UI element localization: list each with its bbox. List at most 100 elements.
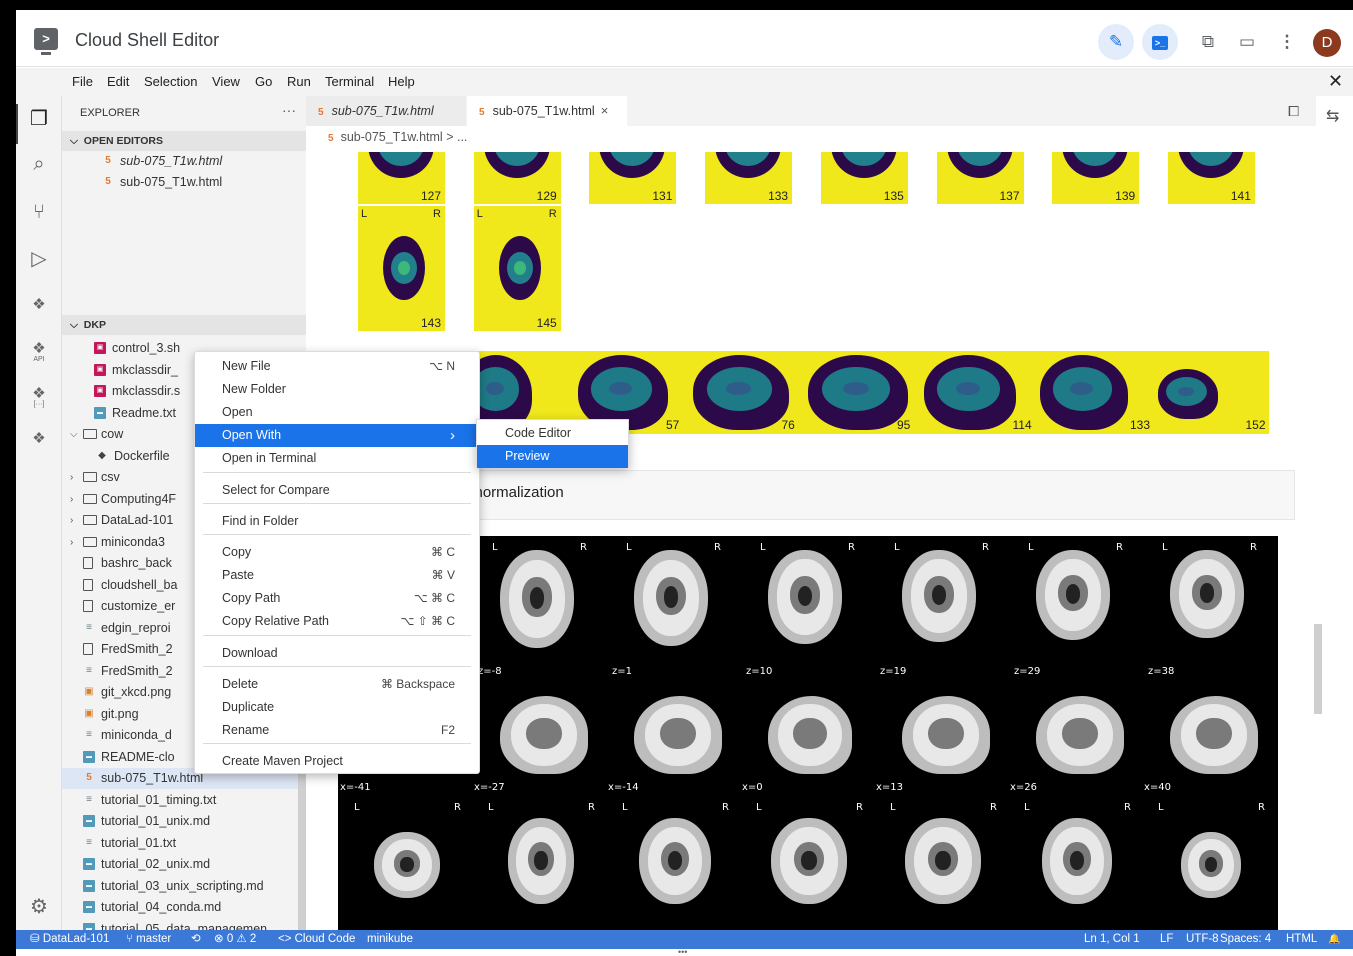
breadcrumb-file[interactable]: sub-075_T1w.html	[341, 130, 443, 144]
menu-help[interactable]: Help	[388, 74, 415, 89]
tree-file[interactable]: ▬ tutorial_05_data_managemen...	[62, 919, 306, 930]
slice-coordinate-label: z=10	[746, 666, 773, 677]
chevron-right-icon[interactable]: ›	[70, 532, 82, 553]
tab-sub-075-active[interactable]: 5 sub-075_T1w.html ×	[467, 96, 627, 126]
search-icon[interactable]: ⌕	[26, 151, 52, 177]
html-file-icon: 5	[479, 107, 485, 118]
tree-file[interactable]: ▬ tutorial_02_unix.md	[62, 854, 306, 875]
status-eol[interactable]: LF	[1160, 930, 1173, 949]
open-editors-header[interactable]: ⌵ OPEN EDITORS	[62, 131, 306, 151]
cloud-code-icon[interactable]: ❖	[26, 292, 52, 318]
cloud-code-compute-icon[interactable]: ❖	[26, 426, 52, 452]
close-tab-icon[interactable]: ×	[601, 103, 609, 118]
split-editor-icon[interactable]: ⧠	[1288, 103, 1299, 120]
breadcrumb: 5 sub-075_T1w.html > ...	[328, 130, 468, 144]
workspace-header[interactable]: ⌵ DKP	[62, 315, 306, 335]
context-menu-duplicate[interactable]: Duplicate	[195, 696, 479, 719]
context-menu-delete[interactable]: Delete ⌘ Backspace	[195, 673, 479, 696]
context-menu-copy-path[interactable]: Copy Path ⌥ ⌘ C	[195, 587, 479, 610]
folder-icon	[83, 515, 97, 525]
menu-selection[interactable]: Selection	[144, 74, 197, 89]
chevron-right-icon[interactable]: ›	[70, 510, 82, 531]
tree-file[interactable]: ▬ tutorial_01_unix.md	[62, 811, 306, 832]
status-position[interactable]: Ln 1, Col 1	[1084, 930, 1140, 949]
slice-coordinate-label: x=40	[1144, 782, 1172, 793]
slice-coordinate-label: x=-27	[474, 782, 505, 793]
close-editor-icon[interactable]: ✕	[1328, 71, 1343, 92]
context-menu-rename[interactable]: Rename F2	[195, 719, 479, 742]
status-encoding[interactable]: UTF-8	[1186, 930, 1219, 949]
user-avatar[interactable]: D	[1313, 29, 1341, 57]
context-menu-new-folder[interactable]: New Folder	[195, 378, 479, 401]
context-menu-copy[interactable]: Copy ⌘ C	[195, 541, 479, 564]
chevron-right-icon[interactable]: ›	[70, 489, 82, 510]
context-menu-copy-relative-path[interactable]: Copy Relative Path ⌥ ⇧ ⌘ C	[195, 610, 479, 633]
tree-file[interactable]: ▬ tutorial_03_unix_scripting.md	[62, 876, 306, 897]
context-menu-download[interactable]: Download	[195, 642, 479, 665]
right-marker: R	[1250, 542, 1257, 553]
open-editor-item[interactable]: 5 sub-075_T1w.html	[62, 172, 306, 193]
context-menu-new-file[interactable]: New File ⌥ N	[195, 355, 479, 378]
submenu-preview[interactable]: Preview	[477, 445, 628, 468]
menu-go[interactable]: Go	[255, 74, 272, 89]
context-menu-select-for-compare[interactable]: Select for Compare	[195, 479, 479, 502]
context-menu-find-in-folder[interactable]: Find in Folder	[195, 510, 479, 533]
tree-file[interactable]: ≡ tutorial_01_timing.txt	[62, 790, 306, 811]
slice-number: 137	[999, 189, 1020, 203]
menu-view[interactable]: View	[212, 74, 240, 89]
axial-slice-tile: 129	[473, 152, 561, 204]
file-icon	[83, 557, 93, 569]
context-menu-open-with[interactable]: Open With ›	[195, 424, 479, 447]
slice-number: 95	[897, 418, 911, 432]
submenu-code-editor[interactable]: Code Editor	[477, 422, 628, 445]
status-branch[interactable]: ⑂ master	[126, 930, 171, 949]
tree-file[interactable]: ▬ tutorial_04_conda.md	[62, 897, 306, 918]
cloud-code-secrets-icon[interactable]: ❖ [···]	[26, 381, 52, 408]
status-problems[interactable]: ⊗ 0 ⚠ 2	[214, 930, 256, 949]
status-cluster[interactable]: minikube	[367, 930, 413, 949]
status-indent[interactable]: Spaces: 4	[1220, 930, 1271, 949]
open-editor-pencil-icon[interactable]: ✎	[1098, 24, 1134, 60]
status-repo[interactable]: ⛁ DataLad-101	[30, 930, 109, 949]
status-cloud-code[interactable]: <> Cloud Code	[278, 930, 355, 949]
menu-edit[interactable]: Edit	[107, 74, 129, 89]
slice-coordinate-label: z=38	[1148, 666, 1175, 677]
menu-run[interactable]: Run	[287, 74, 311, 89]
sync-icon[interactable]: ⟲	[191, 930, 201, 949]
chevron-right-icon[interactable]: ›	[70, 467, 82, 488]
sagittal-mri-slice	[768, 696, 852, 774]
editor-scrollbar[interactable]	[1314, 624, 1322, 714]
open-terminal-icon[interactable]: >_	[1142, 24, 1178, 60]
web-preview-icon[interactable]: ⧉	[1190, 24, 1226, 60]
menu-divider	[203, 503, 471, 504]
gemini-assist-icon[interactable]: ⇆	[1326, 106, 1339, 126]
context-menu-paste[interactable]: Paste ⌘ V	[195, 564, 479, 587]
slice-coordinate-label: x=26	[1010, 782, 1038, 793]
menu-terminal[interactable]: Terminal	[325, 74, 374, 89]
context-menu-create-maven-project[interactable]: Create Maven Project	[195, 750, 479, 773]
more-options-icon[interactable]: ⋮	[1269, 24, 1305, 60]
notification-bell-icon[interactable]: 🔔	[1328, 930, 1340, 949]
text-file-icon: ≡	[86, 793, 92, 805]
breadcrumb-more[interactable]: ...	[457, 130, 467, 144]
settings-gear-icon[interactable]: ⚙	[26, 894, 52, 920]
run-debug-icon[interactable]: ▷	[26, 246, 52, 272]
toggle-panel-icon[interactable]: ▭	[1229, 24, 1265, 60]
tab-sub-075-preview[interactable]: 5 sub-075_T1w.html	[306, 96, 466, 126]
context-menu-open[interactable]: Open	[195, 401, 479, 424]
right-marker: R	[1124, 802, 1131, 813]
cloud-code-api-icon[interactable]: ❖ API	[26, 336, 52, 363]
panel-resize-grip-icon[interactable]: •••	[678, 948, 687, 956]
menu-file[interactable]: File	[72, 74, 93, 89]
open-editor-item[interactable]: 5 sub-075_T1w.html	[62, 151, 306, 172]
slice-number: 76	[781, 418, 795, 432]
title-bar: > Cloud Shell Editor ✎ >_ ⧉ ▭ ⋮ D	[16, 10, 1353, 67]
chevron-down-icon[interactable]: ⌵	[70, 424, 82, 445]
tree-file[interactable]: ≡ tutorial_01.txt	[62, 833, 306, 854]
status-language[interactable]: HTML	[1286, 930, 1317, 949]
slice-number: 127	[420, 189, 441, 203]
source-control-icon[interactable]: ⑂	[26, 199, 52, 225]
context-menu-open-in-terminal[interactable]: Open in Terminal	[195, 447, 479, 470]
explorer-more-icon[interactable]: ···	[282, 102, 296, 118]
explorer-icon[interactable]: ❐	[26, 106, 52, 132]
